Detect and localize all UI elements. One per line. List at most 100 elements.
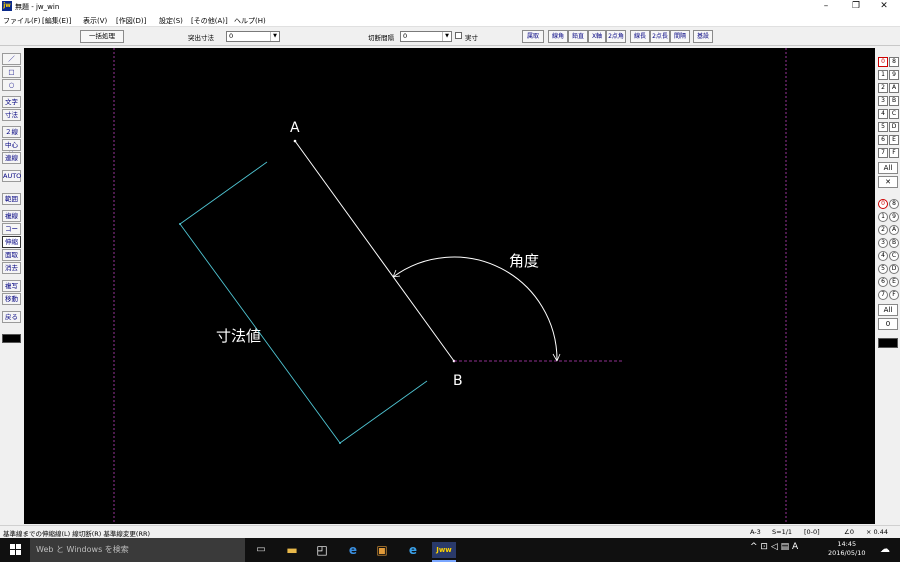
tool-text[interactable]: 文字	[2, 96, 21, 108]
taskbar-clock[interactable]: 14:45 2016/05/10	[828, 540, 865, 558]
layer-button-0[interactable]: 0	[878, 199, 888, 209]
layer-button-a[interactable]: A	[889, 225, 899, 235]
layer-button-b[interactable]: B	[889, 238, 899, 248]
layer-button-4[interactable]: 4	[878, 251, 888, 261]
taskbar-search-box[interactable]: Web と Windows を検索	[30, 538, 245, 562]
line-length-button[interactable]: 線長	[630, 30, 650, 43]
close-button[interactable]: ✕	[870, 0, 898, 13]
status-zoom[interactable]: × 0.44	[866, 528, 888, 536]
tool-offset[interactable]: 複線	[2, 210, 21, 222]
windows-start-icon[interactable]	[10, 544, 22, 556]
actual-size-checkbox[interactable]	[455, 32, 462, 39]
group-button-9[interactable]: 9	[889, 70, 899, 80]
tool-move[interactable]: 移動	[2, 293, 21, 305]
group-button-e[interactable]: E	[889, 135, 899, 145]
attr-get-button[interactable]: 属取	[522, 30, 544, 43]
tool-extend[interactable]: 伸縮	[2, 236, 21, 248]
x-axis-button[interactable]: X軸	[588, 30, 606, 43]
batch-process-button[interactable]: 一括処理	[80, 30, 124, 43]
two-point-angle-button[interactable]: 2点角	[606, 30, 626, 43]
menu-file[interactable]: ファイル(F)	[3, 16, 41, 26]
layer-button-9[interactable]: 9	[889, 212, 899, 222]
group-button-c[interactable]: C	[889, 109, 899, 119]
layer-zero-button[interactable]: 0	[878, 318, 898, 330]
layer-button-1[interactable]: 1	[878, 212, 888, 222]
group-button-2[interactable]: 2	[878, 83, 888, 93]
menu-draw[interactable]: [作図(D)]	[116, 16, 146, 26]
group-button-1[interactable]: 1	[878, 70, 888, 80]
dropdown-arrow-icon[interactable]: ▼	[270, 32, 279, 41]
base-set-button[interactable]: 基設	[693, 30, 713, 43]
tool-corner[interactable]: コーナー	[2, 223, 21, 243]
layer-button-5[interactable]: 5	[878, 264, 888, 274]
jw-cad-taskbar-icon[interactable]: Jww	[432, 542, 456, 558]
dimension-lines[interactable]	[179, 161, 428, 444]
line-type-swatch[interactable]	[2, 334, 21, 343]
group-button-a[interactable]: A	[889, 83, 899, 93]
task-view-icon[interactable]: ▭	[253, 542, 269, 558]
layer-button-8[interactable]: 8	[889, 199, 899, 209]
maximize-button[interactable]: ❐	[842, 0, 870, 13]
line-a-b[interactable]	[294, 140, 455, 362]
group-button-6[interactable]: 6	[878, 135, 888, 145]
menu-view[interactable]: 表示(V)	[83, 16, 107, 26]
ime-indicator[interactable]: A	[792, 542, 798, 552]
group-button-8[interactable]: 8	[889, 57, 899, 67]
layer-button-c[interactable]: C	[889, 251, 899, 261]
menu-edit[interactable]: [編集(E)]	[42, 16, 71, 26]
file-explorer-icon[interactable]: ▬	[284, 542, 300, 558]
layer-button-6[interactable]: 6	[878, 277, 888, 287]
drawing-canvas[interactable]: A B 角度 寸法値	[24, 48, 875, 524]
interval-button[interactable]: 間隔	[670, 30, 690, 43]
layer-button-7[interactable]: 7	[878, 290, 888, 300]
group-button-7[interactable]: 7	[878, 148, 888, 158]
store-icon[interactable]: ◰	[314, 542, 330, 558]
tool-range[interactable]: 範囲	[2, 193, 21, 205]
group-button-f[interactable]: F	[889, 148, 899, 158]
menu-help[interactable]: ヘルプ(H)	[234, 16, 266, 26]
dropdown-arrow-icon[interactable]: ▼	[442, 32, 451, 41]
tool-undo[interactable]: 戻る	[2, 311, 21, 323]
vertical-button[interactable]: 鉛直	[568, 30, 588, 43]
line-angle-button[interactable]: 線角	[548, 30, 568, 43]
two-point-length-button[interactable]: 2点長	[650, 30, 670, 43]
tool-erase[interactable]: 消去	[2, 262, 21, 274]
layer-button-3[interactable]: 3	[878, 238, 888, 248]
tool-dimension[interactable]: 寸法	[2, 109, 21, 121]
tray-chevron-icon[interactable]: ^	[750, 542, 758, 552]
group-button-0[interactable]: 0	[878, 57, 888, 67]
tool-line[interactable]: ／	[2, 53, 21, 65]
status-layer[interactable]: [0-0]	[804, 528, 820, 536]
group-button-5[interactable]: 5	[878, 122, 888, 132]
action-center-icon[interactable]: ☁	[877, 542, 893, 558]
group-cross-button[interactable]: ✕	[878, 176, 898, 188]
group-button-4[interactable]: 4	[878, 109, 888, 119]
minimize-button[interactable]: –	[812, 0, 840, 13]
group-button-b[interactable]: B	[889, 96, 899, 106]
media-player-icon[interactable]: ▣	[374, 542, 390, 558]
tool-copy[interactable]: 複写	[2, 280, 21, 292]
gap-combo[interactable]: 0 ▼	[400, 31, 452, 42]
protrusion-combo[interactable]: 0 ▼	[226, 31, 280, 42]
internet-explorer-icon[interactable]: e	[405, 542, 421, 558]
tool-rectangle[interactable]: □	[2, 66, 21, 78]
notification-icon[interactable]: ▤	[781, 542, 790, 552]
layer-button-2[interactable]: 2	[878, 225, 888, 235]
tool-auto[interactable]: AUTO	[2, 170, 21, 182]
menu-settings[interactable]: 設定(S)	[159, 16, 183, 26]
tool-circle[interactable]: ○	[2, 79, 21, 91]
tool-double-line[interactable]: ２線	[2, 126, 21, 138]
layer-button-e[interactable]: E	[889, 277, 899, 287]
group-all-button[interactable]: All	[878, 162, 898, 174]
tool-center-line[interactable]: 中心線	[2, 139, 21, 159]
point-a[interactable]	[293, 139, 297, 143]
layer-button-d[interactable]: D	[889, 264, 899, 274]
status-angle[interactable]: ∠0	[844, 528, 854, 536]
volume-icon[interactable]: ◁	[771, 542, 778, 552]
menu-other[interactable]: [その他(A)]	[191, 16, 228, 26]
group-button-3[interactable]: 3	[878, 96, 888, 106]
edge-icon[interactable]: e	[345, 542, 361, 558]
layer-button-f[interactable]: F	[889, 290, 899, 300]
layer-color-swatch[interactable]	[878, 338, 898, 348]
status-paper[interactable]: A-3	[750, 528, 761, 536]
